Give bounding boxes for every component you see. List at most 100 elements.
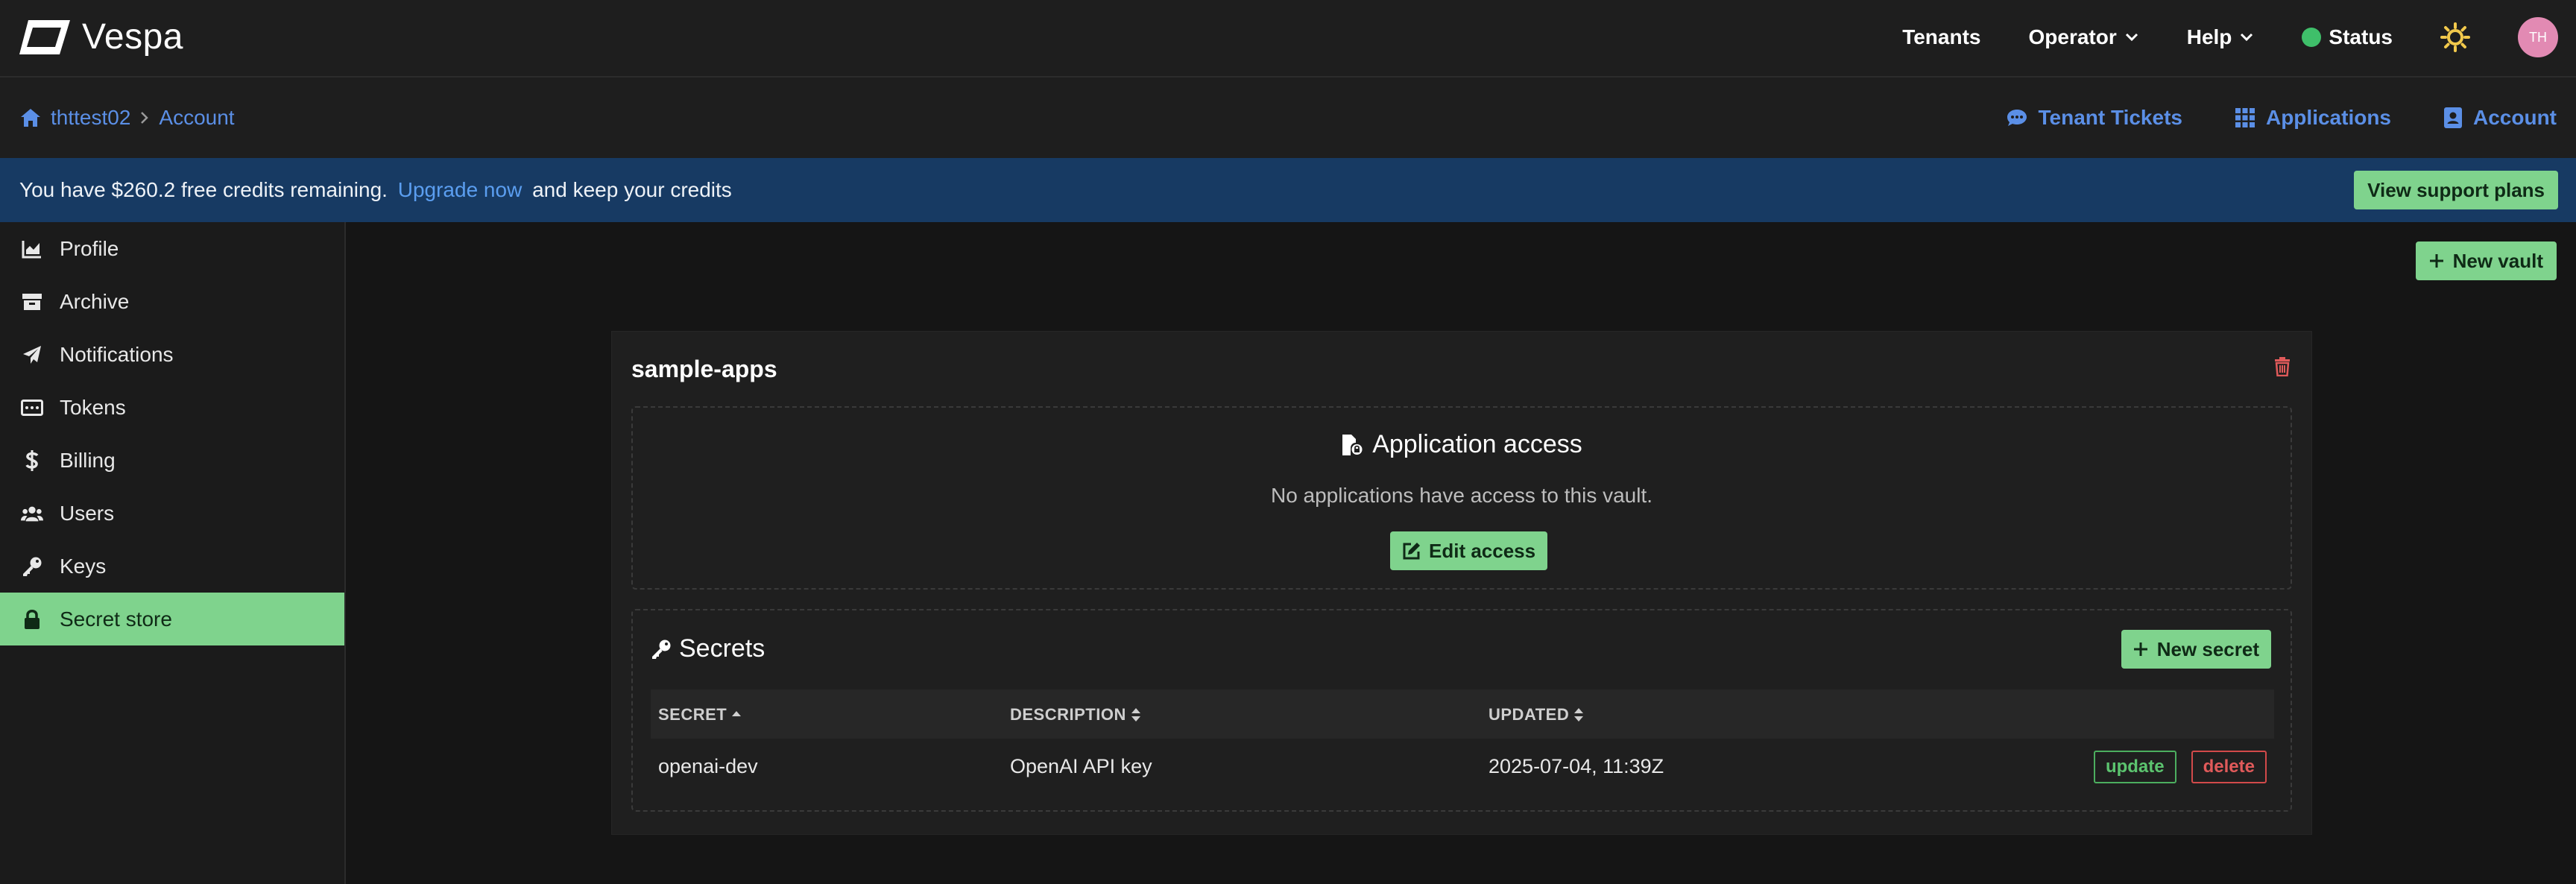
row-actions: update delete [2093,751,2267,783]
sidebar-item-tokens[interactable]: Tokens [0,381,344,434]
sort-asc-icon [732,711,742,716]
sort-icon [1131,708,1140,722]
delete-vault-button[interactable] [2274,357,2291,376]
status-indicator-icon [2302,28,2322,47]
chevron-down-icon [2241,33,2253,42]
edit-access-button[interactable]: Edit access [1390,531,1548,570]
sidebar-item-keys[interactable]: Keys [0,540,344,593]
sidebar-item-label: Users [60,501,115,525]
vault-card: sample-apps Application access No applic… [611,331,2312,835]
sidebar-item-label: Secret store [60,607,172,631]
credits-banner: You have $260.2 free credits remaining. … [0,158,2576,222]
secret-name-cell: openai-dev [658,755,758,777]
logo-text: Vespa [82,17,183,57]
sidebar-item-label: Keys [60,554,107,578]
breadcrumb: thttest02 Account [19,106,235,130]
nav-status-label: Status [2329,25,2393,48]
column-header-label: SECRET [658,705,727,724]
sidebar-item-archive[interactable]: Archive [0,275,344,328]
application-access-section: Application access No applications have … [631,406,2292,590]
new-vault-button[interactable]: New vault [2415,241,2557,280]
tenant-tickets-link[interactable]: Tenant Tickets [2006,106,2182,130]
application-access-heading: Application access [633,430,2291,459]
edit-access-label: Edit access [1429,539,1536,562]
secret-updated-cell: 2025-07-04, 11:39Z [1489,755,1664,777]
nav-help-dropdown[interactable]: Help [2187,25,2255,49]
nav-operator-dropdown[interactable]: Operator [2028,25,2138,49]
nav-help-label: Help [2186,25,2232,48]
table-row: openai-dev OpenAI API key 2025-07-04, 11… [651,739,2274,797]
view-support-plans-button[interactable]: View support plans [2354,171,2558,209]
delete-secret-button[interactable]: delete [2191,751,2267,783]
applications-label: Applications [2265,106,2391,129]
top-header: Vespa Tenants Operator Help Status TH [0,0,2576,78]
applications-link[interactable]: Applications [2235,106,2391,130]
sidebar-item-billing[interactable]: Billing [0,434,344,487]
vespa-logo-icon [19,19,70,54]
secrets-table: SECRET DESCRIPTION UPDATED openai-dev Op… [651,689,2274,797]
sort-icon [1574,708,1584,722]
application-access-message: No applications have access to this vaul… [1270,484,1653,507]
column-header-updated[interactable]: UPDATED [1489,705,1584,724]
vault-name: sample-apps [631,356,777,382]
sidebar-item-label: Billing [60,448,116,472]
breadcrumb-account[interactable]: Account [159,106,234,130]
update-secret-button[interactable]: update [2093,751,2176,783]
sidebar-item-users[interactable]: Users [0,487,344,540]
credits-text-after: and keep your credits [532,178,732,201]
column-header-secret[interactable]: SECRET [658,705,742,724]
user-avatar[interactable]: TH [2518,17,2558,57]
column-header-label: UPDATED [1489,705,1570,724]
trash-icon [2275,357,2290,376]
chat-icon [2007,110,2027,126]
sidebar-item-profile[interactable]: Profile [0,222,344,275]
edit-icon [1403,543,1420,560]
credits-text: You have $260.2 free credits remaining. [19,178,388,201]
sun-icon [2440,22,2470,52]
upgrade-now-link[interactable]: Upgrade now [398,178,523,201]
paper-plane-icon [21,344,43,366]
table-header: SECRET DESCRIPTION UPDATED [651,689,2274,739]
nav-tenants-label: Tenants [1902,25,1981,48]
sub-links: Tenant Tickets Applications Account [2006,106,2557,130]
vespa-logo[interactable]: Vespa [18,16,183,57]
plus-icon [2133,643,2147,656]
nav-operator-label: Operator [2028,25,2117,48]
sidebar-item-label: Tokens [60,395,126,419]
top-nav: Tenants Operator Help Status TH [1902,0,2558,75]
account-label: Account [2473,106,2557,129]
plus-icon [2429,254,2443,268]
chevron-right-icon [141,112,149,124]
sidebar-item-notifications[interactable]: Notifications [0,328,344,381]
home-icon[interactable] [19,107,42,128]
dollar-icon [21,449,43,472]
archive-icon [21,291,43,313]
sidebar-item-secret-store[interactable]: Secret store [0,593,344,645]
breadcrumb-tenant[interactable]: thttest02 [51,106,130,130]
file-lock-icon [1342,434,1363,455]
sidebar-item-label: Notifications [60,342,174,366]
new-secret-button[interactable]: New secret [2121,630,2271,669]
token-icon [21,397,43,419]
theme-toggle-button[interactable] [2440,22,2470,52]
secret-description-cell: OpenAI API key [1010,755,1152,777]
account-link[interactable]: Account [2443,106,2557,130]
tenant-tickets-label: Tenant Tickets [2038,106,2182,129]
application-access-title: Application access [1372,430,1582,458]
column-header-description[interactable]: DESCRIPTION [1010,705,1141,724]
nav-tenants[interactable]: Tenants [1902,25,1980,49]
credits-message: You have $260.2 free credits remaining. … [19,178,732,202]
sidebar-item-label: Profile [60,236,119,260]
secrets-title: Secrets [679,634,765,663]
avatar-initials: TH [2529,29,2547,45]
key-icon [652,640,671,659]
nav-status[interactable]: Status [2302,25,2393,49]
chart-icon [21,238,43,260]
sidebar-item-label: Archive [60,289,130,313]
lock-icon [21,608,43,631]
column-header-label: DESCRIPTION [1010,705,1126,724]
sub-header: thttest02 Account Tenant Tickets Applica… [0,78,2576,158]
secrets-heading: Secrets [651,634,765,663]
secrets-section: Secrets New secret SECRET DESCRIPTION UP… [631,609,2292,812]
new-vault-label: New vault [2452,249,2543,272]
